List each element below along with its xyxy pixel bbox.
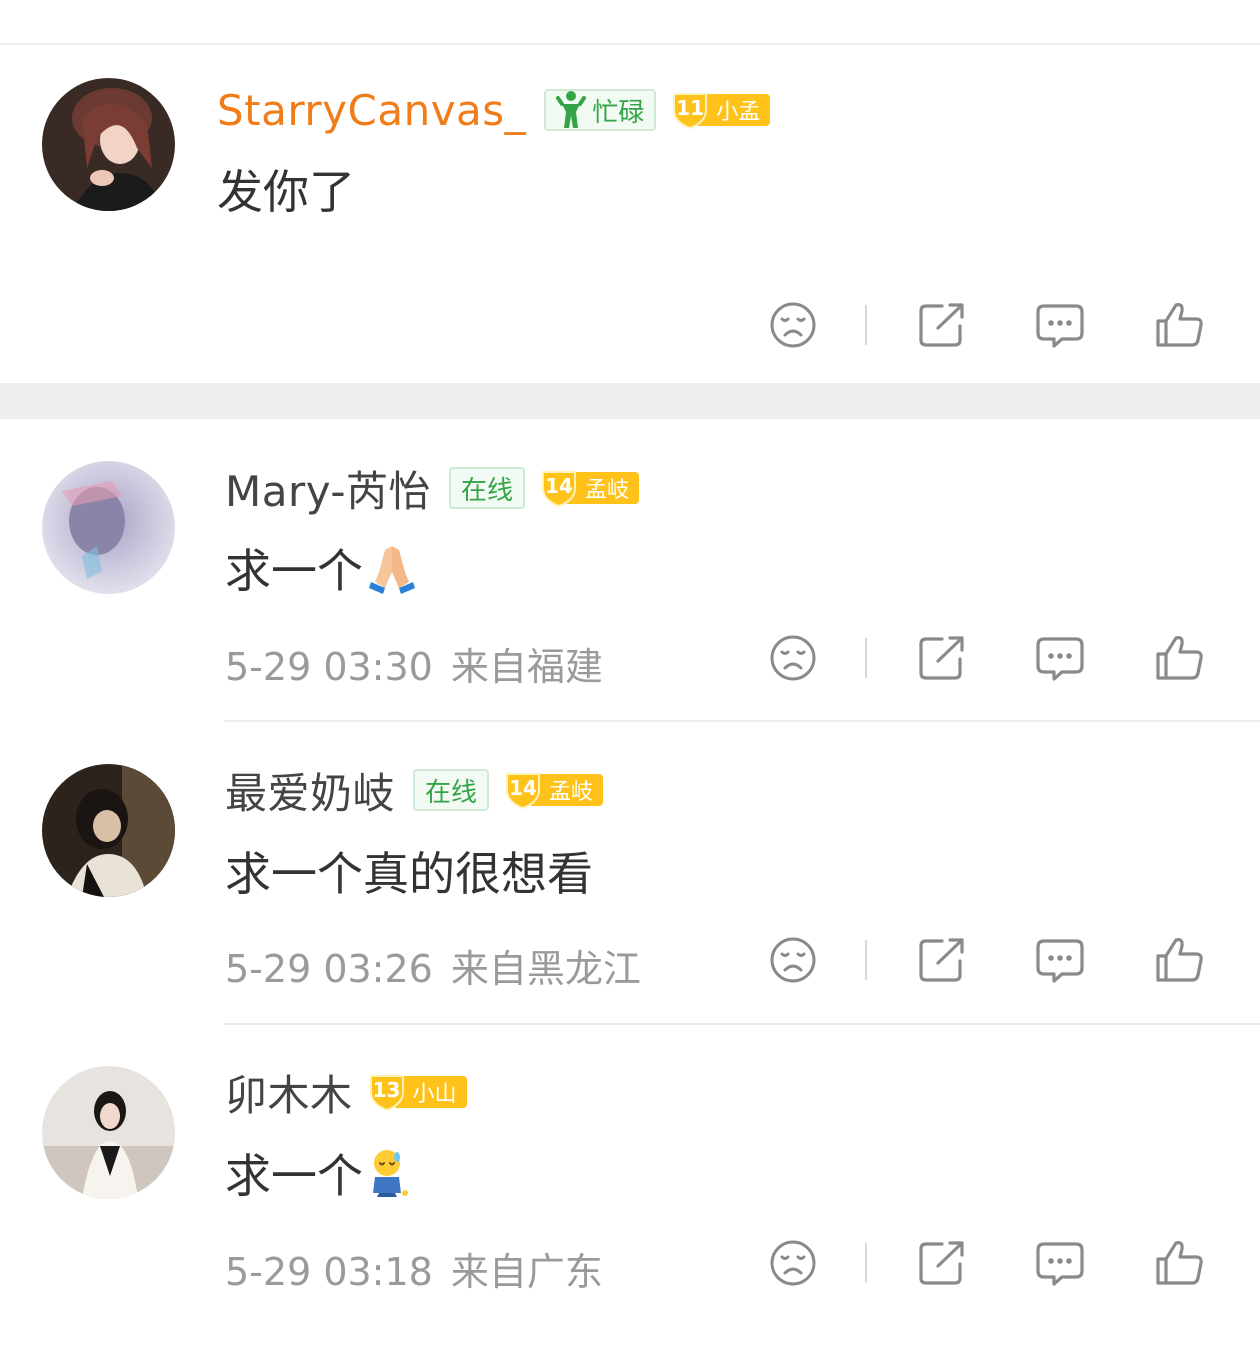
status-badge: 在线	[413, 769, 490, 811]
dislike-button[interactable]	[765, 297, 821, 353]
username[interactable]: StarryCanvas_	[217, 86, 526, 135]
action-divider	[865, 1243, 867, 1283]
dislike-button[interactable]	[765, 932, 821, 988]
status-label: 忙碌	[592, 97, 645, 128]
action-bar	[0, 932, 1260, 992]
comment-text: 求一个	[225, 535, 417, 601]
comment-text-content: 发你了	[217, 165, 355, 219]
comment-icon	[1036, 304, 1084, 348]
like-button[interactable]	[1152, 297, 1208, 353]
status-label: 在线	[461, 475, 514, 506]
comment-text: 求一个	[225, 1140, 411, 1206]
action-bar	[0, 1235, 1260, 1295]
level-badge: 14 孟岐	[539, 468, 640, 508]
status-badge: 忙碌	[544, 89, 657, 131]
level-number: 13	[372, 1078, 401, 1102]
action-divider	[865, 305, 867, 345]
dislike-button[interactable]	[765, 630, 821, 686]
top-divider	[0, 43, 1260, 45]
username[interactable]: 最爱奶岐	[225, 760, 395, 821]
thumbs-up-icon	[1156, 938, 1203, 982]
name-row: Mary-芮怡 在线 14 孟岐	[225, 458, 640, 519]
section-divider	[0, 383, 1260, 419]
thumbs-up-icon	[1156, 303, 1203, 347]
username[interactable]: Mary-芮怡	[225, 458, 431, 519]
level-badge: 14 孟岐	[503, 770, 604, 810]
comment-text-content: 求一个	[225, 1149, 363, 1203]
thumbs-up-icon	[1156, 636, 1203, 680]
comment-separator	[224, 1023, 1260, 1025]
share-button[interactable]	[914, 932, 970, 988]
dislike-face-icon	[770, 937, 816, 983]
dislike-button[interactable]	[765, 1235, 821, 1291]
reply-button[interactable]	[1032, 297, 1088, 353]
thumbs-up-icon	[1156, 1241, 1203, 1285]
reply-button[interactable]	[1032, 932, 1088, 988]
share-icon	[919, 636, 964, 680]
status-label: 在线	[425, 777, 478, 808]
comment-text-content: 求一个	[225, 544, 363, 598]
level-badge: 11 小孟	[670, 90, 771, 130]
comment-icon	[1036, 637, 1084, 681]
comment-text-content: 求一个真的很想看	[225, 847, 593, 901]
level-number: 14	[545, 474, 573, 498]
like-button[interactable]	[1152, 1235, 1208, 1291]
comment-icon	[1036, 1242, 1084, 1286]
action-divider	[865, 638, 867, 678]
share-icon	[919, 1241, 964, 1285]
like-button[interactable]	[1152, 630, 1208, 686]
praying-sweat-emoji	[367, 1147, 411, 1199]
comment-icon	[1036, 939, 1084, 983]
share-icon	[919, 303, 964, 347]
name-row: 最爱奶岐 在线 14 孟岐	[225, 760, 604, 821]
level-number: 14	[509, 776, 537, 800]
comment-separator	[224, 720, 1260, 722]
level-number: 11	[676, 96, 705, 120]
share-button[interactable]	[914, 1235, 970, 1291]
avatar[interactable]	[42, 764, 175, 897]
like-button[interactable]	[1152, 932, 1208, 988]
status-badge: 在线	[449, 467, 526, 509]
reply-button[interactable]	[1032, 1235, 1088, 1291]
comment-text: 发你了	[217, 156, 355, 222]
running-icon	[556, 90, 587, 130]
comment-text: 求一个真的很想看	[225, 838, 593, 904]
share-icon	[919, 938, 964, 982]
avatar[interactable]	[42, 461, 175, 594]
name-row: StarryCanvas_ 忙碌 11 小孟	[217, 82, 771, 138]
dislike-face-icon	[770, 1240, 816, 1286]
action-bar	[0, 297, 1260, 357]
action-divider	[865, 940, 867, 980]
share-button[interactable]	[914, 630, 970, 686]
share-button[interactable]	[914, 297, 970, 353]
level-badge: 13 小山	[367, 1072, 467, 1112]
action-bar	[0, 630, 1260, 690]
avatar[interactable]	[42, 1066, 175, 1199]
username[interactable]: 卯木木	[225, 1062, 353, 1123]
folded-hands-emoji	[367, 542, 417, 594]
name-row: 卯木木 13 小山	[225, 1064, 467, 1120]
reply-button[interactable]	[1032, 630, 1088, 686]
dislike-face-icon	[770, 302, 816, 348]
avatar[interactable]	[42, 78, 175, 211]
dislike-face-icon	[770, 635, 816, 681]
